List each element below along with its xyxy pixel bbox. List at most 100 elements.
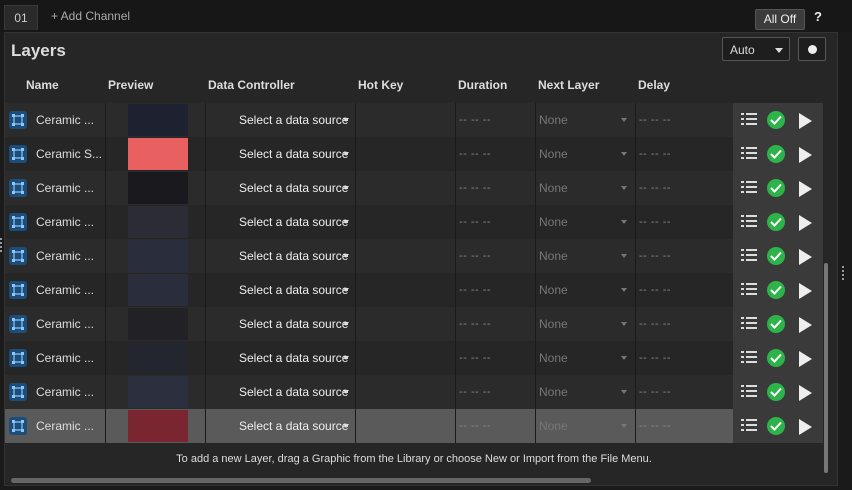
list-icon[interactable] — [741, 248, 757, 268]
list-icon[interactable] — [741, 418, 757, 438]
check-circle-icon[interactable] — [767, 111, 785, 129]
list-icon[interactable] — [741, 316, 757, 336]
check-circle-icon[interactable] — [767, 383, 785, 401]
next-layer-select[interactable]: None — [536, 205, 636, 239]
column-header-preview[interactable]: Preview — [108, 78, 153, 92]
check-circle-icon[interactable] — [767, 281, 785, 299]
delay-cell[interactable]: -- -- -- — [636, 307, 733, 341]
data-controller-select[interactable]: Select a data source — [206, 273, 356, 307]
next-layer-select[interactable]: None — [536, 307, 636, 341]
data-controller-select[interactable]: Select a data source — [206, 171, 356, 205]
check-circle-icon[interactable] — [767, 417, 785, 435]
play-icon[interactable] — [799, 181, 812, 197]
next-layer-select[interactable]: None — [536, 375, 636, 409]
layer-row[interactable]: Ceramic ... Select a data source -- -- -- N… — [5, 341, 823, 375]
data-controller-select[interactable]: Select a data source — [206, 205, 356, 239]
column-header-duration[interactable]: Duration — [458, 78, 507, 92]
column-header-data-controller[interactable]: Data Controller — [208, 78, 295, 92]
next-layer-select[interactable]: None — [536, 137, 636, 171]
data-controller-select[interactable]: Select a data source — [206, 375, 356, 409]
play-icon[interactable] — [799, 317, 812, 333]
delay-cell[interactable]: -- -- -- — [636, 239, 733, 273]
duration-cell[interactable]: -- -- -- — [456, 307, 536, 341]
duration-cell[interactable]: -- -- -- — [456, 341, 536, 375]
horizontal-scrollbar[interactable] — [11, 478, 591, 483]
hot-key-cell[interactable] — [356, 273, 456, 307]
check-circle-icon[interactable] — [767, 315, 785, 333]
duration-cell[interactable]: -- -- -- — [456, 171, 536, 205]
column-header-hot-key[interactable]: Hot Key — [358, 78, 403, 92]
layer-row[interactable]: Ceramic ... Select a data source -- -- -- N… — [5, 171, 823, 205]
list-icon[interactable] — [741, 112, 757, 132]
layer-row[interactable]: Ceramic ... Select a data source -- -- -- N… — [5, 103, 823, 137]
play-icon[interactable] — [799, 283, 812, 299]
delay-cell[interactable]: -- -- -- — [636, 171, 733, 205]
play-icon[interactable] — [799, 385, 812, 401]
data-controller-select[interactable]: Select a data source — [206, 307, 356, 341]
layer-row[interactable]: Ceramic ... Select a data source -- -- -- N… — [5, 307, 823, 341]
duration-cell[interactable]: -- -- -- — [456, 103, 536, 137]
hot-key-cell[interactable] — [356, 103, 456, 137]
play-icon[interactable] — [799, 215, 812, 231]
check-circle-icon[interactable] — [767, 145, 785, 163]
play-icon[interactable] — [799, 249, 812, 265]
mode-select[interactable]: Auto — [722, 37, 790, 61]
delay-cell[interactable]: -- -- -- — [636, 205, 733, 239]
play-icon[interactable] — [799, 351, 812, 367]
list-icon[interactable] — [741, 180, 757, 200]
layer-row[interactable]: Ceramic ... Select a data source -- -- -- N… — [5, 205, 823, 239]
layer-row[interactable]: Ceramic ... Select a data source -- -- -- N… — [5, 375, 823, 409]
next-layer-select[interactable]: None — [536, 273, 636, 307]
check-circle-icon[interactable] — [767, 247, 785, 265]
column-header-delay[interactable]: Delay — [638, 78, 670, 92]
delay-cell[interactable]: -- -- -- — [636, 103, 733, 137]
hot-key-cell[interactable] — [356, 307, 456, 341]
check-circle-icon[interactable] — [767, 349, 785, 367]
hot-key-cell[interactable] — [356, 409, 456, 443]
column-header-next-layer[interactable]: Next Layer — [538, 78, 599, 92]
check-circle-icon[interactable] — [767, 213, 785, 231]
vertical-scrollbar[interactable] — [824, 263, 828, 473]
check-circle-icon[interactable] — [767, 179, 785, 197]
hot-key-cell[interactable] — [356, 341, 456, 375]
resize-handle-right[interactable] — [842, 266, 846, 280]
help-button[interactable]: ? — [814, 9, 822, 24]
delay-cell[interactable]: -- -- -- — [636, 341, 733, 375]
delay-cell[interactable]: -- -- -- — [636, 273, 733, 307]
duration-cell[interactable]: -- -- -- — [456, 137, 536, 171]
hot-key-cell[interactable] — [356, 137, 456, 171]
layer-row[interactable]: Ceramic ... Select a data source -- -- -- N… — [5, 239, 823, 273]
list-icon[interactable] — [741, 282, 757, 302]
next-layer-select[interactable]: None — [536, 409, 636, 443]
data-controller-select[interactable]: Select a data source — [206, 409, 356, 443]
data-controller-select[interactable]: Select a data source — [206, 341, 356, 375]
hot-key-cell[interactable] — [356, 171, 456, 205]
delay-cell[interactable]: -- -- -- — [636, 409, 733, 443]
hot-key-cell[interactable] — [356, 375, 456, 409]
hot-key-cell[interactable] — [356, 239, 456, 273]
data-controller-select[interactable]: Select a data source — [206, 239, 356, 273]
play-icon[interactable] — [799, 147, 812, 163]
hot-key-cell[interactable] — [356, 205, 456, 239]
duration-cell[interactable]: -- -- -- — [456, 375, 536, 409]
list-icon[interactable] — [741, 214, 757, 234]
record-button[interactable] — [798, 37, 826, 61]
play-icon[interactable] — [799, 419, 812, 435]
next-layer-select[interactable]: None — [536, 103, 636, 137]
resize-handle-left[interactable] — [0, 238, 4, 252]
column-header-name[interactable]: Name — [26, 78, 59, 92]
duration-cell[interactable]: -- -- -- — [456, 239, 536, 273]
next-layer-select[interactable]: None — [536, 341, 636, 375]
add-channel-button[interactable]: + Add Channel — [51, 9, 130, 23]
next-layer-select[interactable]: None — [536, 171, 636, 205]
duration-cell[interactable]: -- -- -- — [456, 205, 536, 239]
list-icon[interactable] — [741, 350, 757, 370]
layer-row[interactable]: Ceramic ... Select a data source -- -- -- N… — [5, 273, 823, 307]
delay-cell[interactable]: -- -- -- — [636, 137, 733, 171]
duration-cell[interactable]: -- -- -- — [456, 273, 536, 307]
data-controller-select[interactable]: Select a data source — [206, 137, 356, 171]
duration-cell[interactable]: -- -- -- — [456, 409, 536, 443]
next-layer-select[interactable]: None — [536, 239, 636, 273]
delay-cell[interactable]: -- -- -- — [636, 375, 733, 409]
list-icon[interactable] — [741, 384, 757, 404]
